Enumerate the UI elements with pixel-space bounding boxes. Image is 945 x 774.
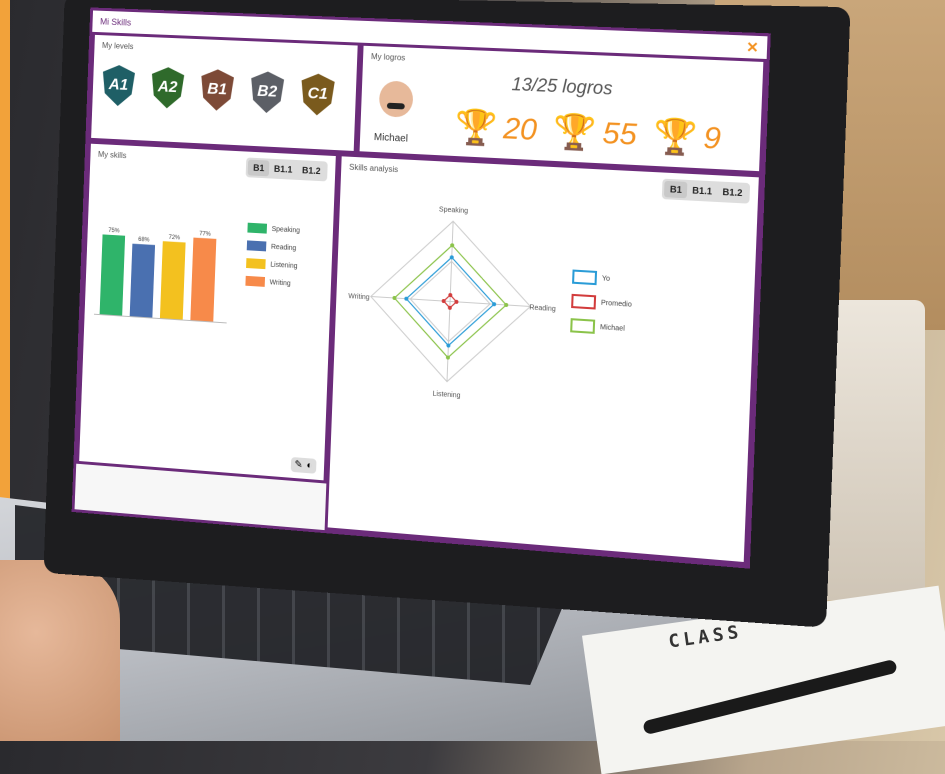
skills-title: My skills [97,149,127,161]
bar-value-label: 72% [169,235,181,242]
silver-trophy-icon: 🏆 [552,112,598,153]
skills-tabs: B1 B1.1 B1.2 [246,157,328,182]
legend-label: Listening [270,261,298,270]
bar-value-label: 68% [138,237,150,244]
levels-panel: My levels A1 A2 B1 B2 C1 [88,31,361,155]
bar-value-label: 77% [199,231,211,238]
avatar[interactable] [378,80,415,128]
hand [0,560,120,741]
level-badge-b2[interactable]: B2 [250,71,284,114]
levels-title: My levels [101,41,134,52]
skills-panel: My skills B1 B1.1 B1.2 75% 68% 72% 77% Speaki… [76,140,339,484]
achievements-heading: 13/25 logros [511,74,613,99]
bar-reading [129,243,156,319]
bronze-trophy-icon: 🏆 [652,116,698,158]
legend-swatch [246,258,266,270]
radar-legend-item: Promedio [571,293,632,312]
legend-swatch [247,222,268,234]
window-title: Mi Skills [99,16,132,28]
radar-axis [450,221,453,301]
radar-axis [450,301,530,306]
tab-b1[interactable]: B1 [664,180,688,199]
paper-heading: CLASS [667,621,744,653]
radar-legend-swatch [570,318,596,334]
radar-axis-label: Writing [348,293,370,301]
app-window: Mi Skills ✕ My levels A1 A2 B1 B2 C1 My logr… [71,7,771,569]
radar-legend-label: Michael [599,323,625,333]
achievements-title: My logros [370,52,406,63]
radar-axis [371,296,450,301]
radar-grid [368,217,534,387]
skills-legend: Speaking Reading Listening Writing [245,222,301,297]
legend-swatch [245,275,266,287]
close-icon[interactable]: ✕ [746,38,759,56]
trophy-count: 9 [702,121,722,156]
skills-footer-buttons: ✎ ◐ [290,456,317,474]
radar-legend: Yo Promedio Michael [570,269,633,347]
achievements-panel: My logros 13/25 logros Michael 🏆 20 🏆 55 🏆 9 [356,42,767,175]
legend-item: Writing [245,275,298,289]
skills-bar-chart: 75% 68% 72% 77% [93,228,240,339]
tab-b1-2[interactable]: B1.2 [717,183,748,201]
trophy-count: 55 [601,116,638,152]
trophy-list: 🏆 20 🏆 55 🏆 9 [454,107,732,158]
legend-label: Speaking [271,225,301,235]
gold-trophy-icon: 🏆 [454,107,498,148]
radar-legend-item: Michael [570,318,631,336]
user-name: Michael [373,132,409,145]
legend-item: Listening [246,258,299,271]
level-badge-a1[interactable]: A1 [102,64,136,106]
skills-radar-chart: Speaking Reading Listening Writing [348,206,556,400]
legend-label: Reading [270,243,297,252]
radar-legend-label: Yo [601,274,611,283]
radar-axis [447,301,450,381]
avatar-face-icon [378,80,414,118]
tab-b1-2[interactable]: B1.2 [297,162,326,179]
bar-writing [190,237,217,323]
tab-b1[interactable]: B1 [248,159,270,177]
analysis-title: Skills analysis [348,162,399,175]
analysis-tabs: B1 B1.1 B1.2 [662,178,751,204]
chart-icon[interactable]: ◐ [306,460,312,471]
bar-value-label: 75% [108,228,120,235]
radar-axis-label: Listening [432,391,460,400]
radar-legend-swatch [571,293,597,310]
radar-axis-label: Speaking [439,206,469,215]
level-badge-c1[interactable]: C1 [300,73,335,116]
radar-legend-swatch [572,269,598,286]
bar-speaking [99,234,126,317]
tab-b1-1[interactable]: B1.1 [269,161,298,178]
tab-b1-1[interactable]: B1.1 [687,182,718,200]
levels-list: A1 A2 B1 B2 C1 [102,64,335,116]
level-badge-a2[interactable]: A2 [151,67,185,110]
radar-legend-item: Yo [572,269,633,288]
trophy-count: 20 [502,112,538,147]
legend-item: Reading [246,240,300,253]
legend-label: Writing [269,278,291,288]
edit-icon[interactable]: ✎ [294,459,303,471]
analysis-panel: Skills analysis B1 B1.1 B1.2 Speaking Readi… [324,153,763,566]
radar-axis-label: Reading [529,304,556,313]
level-badge-b1[interactable]: B1 [200,69,234,112]
radar-legend-label: Promedio [600,299,632,309]
legend-swatch [246,240,267,252]
legend-item: Speaking [247,222,301,236]
bar-listening [159,241,186,321]
